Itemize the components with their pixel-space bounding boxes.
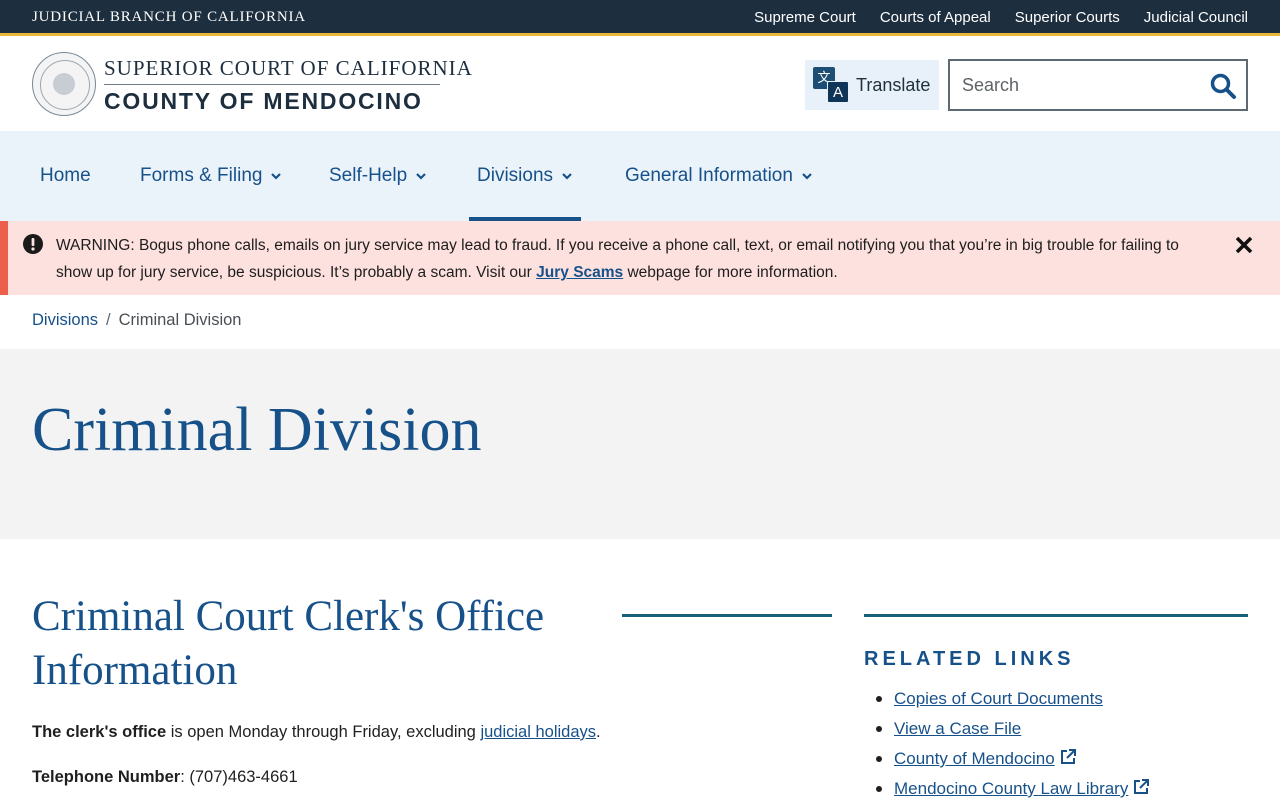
chevron-down-icon xyxy=(271,173,282,180)
related-links-heading: RELATED LINKS xyxy=(864,648,1075,670)
search-icon[interactable] xyxy=(1208,71,1238,101)
breadcrumb-divisions[interactable]: Divisions xyxy=(32,311,98,330)
judicial-branch-label: JUDICIAL BRANCH OF CALIFORNIA xyxy=(32,9,306,25)
utility-bar: JUDICIAL BRANCH OF CALIFORNIA Supreme Co… xyxy=(0,0,1280,36)
court-name-line1[interactable]: SUPERIOR COURT OF CALIFORNIA xyxy=(104,56,473,81)
related-links-rule xyxy=(864,614,1248,617)
nav-item-label: Forms & Filing xyxy=(140,165,263,186)
related-link-view-a-case-file[interactable]: View a Case File xyxy=(894,719,1021,738)
utility-link-supreme-court[interactable]: Supreme Court xyxy=(754,9,856,26)
court-name-divider xyxy=(104,84,440,85)
nav-item-label: Divisions xyxy=(477,165,554,186)
nav-item-label: Home xyxy=(40,165,91,186)
section-title: Criminal Court Clerk's Office Informatio… xyxy=(32,593,545,694)
list-item: View a Case File xyxy=(875,716,1150,746)
related-link-county-of-mendocino[interactable]: County of Mendocino xyxy=(894,749,1055,768)
telephone-label: Telephone Number xyxy=(32,768,181,786)
utility-link-judicial-council[interactable]: Judicial Council xyxy=(1144,9,1248,26)
nav-item-home[interactable]: Home xyxy=(40,131,91,221)
utility-links: Supreme Court Courts of Appeal Superior … xyxy=(754,9,1248,26)
close-icon[interactable] xyxy=(1234,235,1254,255)
list-item: Copies of Court Documents xyxy=(875,686,1150,716)
clerk-hours-body: is open Monday through Friday, excluding xyxy=(166,723,481,741)
breadcrumb-current: Criminal Division xyxy=(118,311,242,329)
exclamation-circle-icon xyxy=(23,234,43,254)
nav-item-forms-filing[interactable]: Forms & Filing xyxy=(140,131,282,221)
translate-button[interactable]: 文 A Translate xyxy=(805,60,939,110)
nav-item-self-help[interactable]: Self-Help xyxy=(329,131,427,221)
external-link-icon xyxy=(1134,779,1150,794)
nav-item-label: General Information xyxy=(625,165,793,186)
utility-link-courts-of-appeal[interactable]: Courts of Appeal xyxy=(880,9,991,26)
telephone-text: Telephone Number: (707)463-4661 xyxy=(32,768,298,787)
translate-icon: 文 A xyxy=(813,67,849,103)
alert-text-end: webpage for more information. xyxy=(623,264,838,281)
nav-item-label: Self-Help xyxy=(329,165,408,186)
clerk-office-label: The clerk's office xyxy=(32,723,167,741)
page-hero: Criminal Division xyxy=(0,349,1280,539)
list-item: Mendocino County Law Library xyxy=(875,776,1150,800)
search-input[interactable] xyxy=(962,72,1202,98)
nav-item-divisions[interactable]: Divisions xyxy=(468,131,582,221)
judicial-holidays-link[interactable]: judicial holidays xyxy=(480,723,596,741)
breadcrumb-separator: / xyxy=(106,311,111,329)
list-item: County of Mendocino xyxy=(875,746,1150,776)
chevron-down-icon xyxy=(802,173,812,180)
section-title-rule xyxy=(622,614,832,617)
page-title: Criminal Division xyxy=(32,396,482,464)
court-seal-logo[interactable] xyxy=(32,52,96,116)
clerk-hours-text: The clerk's office is open Monday throug… xyxy=(32,723,601,742)
search-box xyxy=(948,59,1248,111)
related-links-list: Copies of Court Documents View a Case Fi… xyxy=(875,686,1150,800)
court-name-line2[interactable]: COUNTY OF MENDOCINO xyxy=(104,88,423,115)
related-link-copies-of-court-documents[interactable]: Copies of Court Documents xyxy=(894,689,1103,708)
translate-glyph-target: A xyxy=(827,81,849,103)
external-link-icon xyxy=(1060,749,1076,764)
chevron-down-icon xyxy=(562,173,572,180)
jury-scam-alert: WARNING: Bogus phone calls, emails on ju… xyxy=(0,221,1280,295)
chevron-down-icon xyxy=(416,173,426,180)
jury-scams-link[interactable]: Jury Scams xyxy=(536,264,623,281)
related-link-mendocino-county-law-library[interactable]: Mendocino County Law Library xyxy=(894,779,1128,798)
breadcrumb: Divisions / Criminal Division xyxy=(32,311,241,330)
alert-message: WARNING: Bogus phone calls, emails on ju… xyxy=(56,232,1206,286)
utility-link-superior-courts[interactable]: Superior Courts xyxy=(1015,9,1120,26)
translate-label: Translate xyxy=(856,74,931,95)
clerk-hours-end: . xyxy=(596,723,601,741)
nav-item-general-information[interactable]: General Information xyxy=(625,131,813,221)
site-header: SUPERIOR COURT OF CALIFORNIA COUNTY OF M… xyxy=(0,39,1280,131)
telephone-value: : (707)463-4661 xyxy=(180,768,298,786)
main-navigation: Home Forms & Filing Self-Help Divisions … xyxy=(0,131,1280,221)
